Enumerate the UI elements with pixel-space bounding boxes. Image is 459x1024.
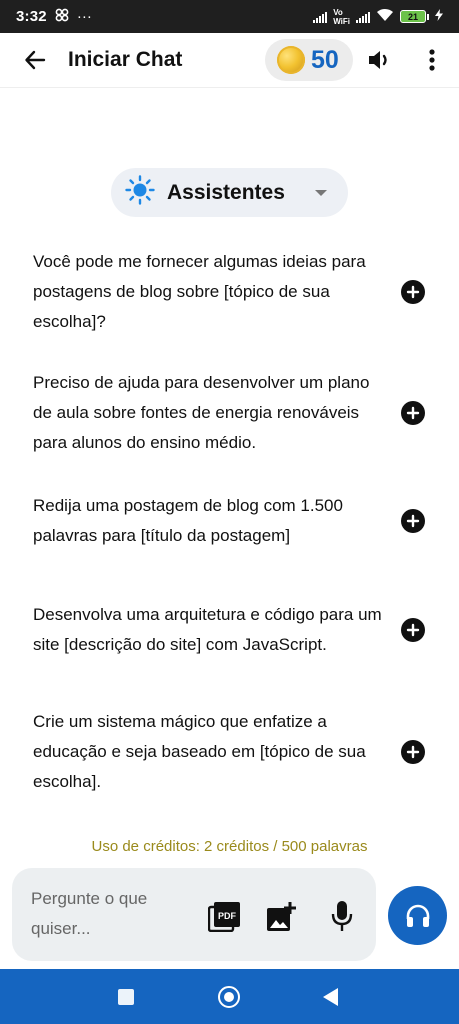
arrow-left-icon[interactable]: [18, 43, 52, 77]
add-circle-icon[interactable]: [401, 280, 425, 304]
credits-badge[interactable]: 50: [265, 39, 353, 81]
add-circle-icon[interactable]: [401, 509, 425, 533]
suggestion-text: Preciso de ajuda para desenvolver um pla…: [33, 373, 370, 452]
assistants-dropdown[interactable]: Assistentes: [111, 168, 348, 217]
add-circle-icon[interactable]: [401, 618, 425, 642]
status-bar: 3:32 ··· Vo WiFi 21: [0, 0, 459, 33]
volte-bottom: WiFi: [333, 16, 350, 26]
more-vert-icon[interactable]: [420, 46, 444, 74]
assistants-label: Assistentes: [167, 180, 285, 204]
suggestion-text: Você pode me fornecer algumas ideias par…: [33, 252, 366, 331]
page-title: Iniciar Chat: [68, 48, 183, 71]
pinwheel-icon: [55, 8, 69, 26]
battery-icon: 21: [400, 10, 429, 23]
signal-icon: [313, 11, 328, 23]
back-triangle-icon[interactable]: [323, 988, 338, 1006]
suggestion-text: Redija uma postagem de blog com 1.500 pa…: [33, 496, 343, 545]
suggestion-item[interactable]: Desenvolva uma arquitetura e código para…: [33, 585, 459, 675]
add-circle-icon[interactable]: [401, 740, 425, 764]
home-icon[interactable]: [218, 986, 240, 1008]
suggestion-item[interactable]: Preciso de ajuda para desenvolver um pla…: [33, 368, 459, 458]
add-image-icon[interactable]: [266, 902, 296, 932]
signal-icon-2: [356, 11, 370, 23]
recent-apps-icon[interactable]: [118, 989, 134, 1005]
suggestion-text: Desenvolva uma arquitetura e código para…: [33, 605, 382, 654]
volte-top: Vo: [333, 7, 343, 17]
status-time: 3:32: [16, 8, 47, 25]
volte-label: Vo WiFi: [333, 8, 350, 26]
suggestion-item[interactable]: Crie um sistema mágico que enfatize a ed…: [33, 707, 459, 797]
svg-text:PDF: PDF: [218, 911, 237, 921]
wifi-icon: [376, 8, 394, 25]
sun-icon: [125, 175, 155, 210]
coin-icon: [277, 46, 305, 74]
pdf-icon[interactable]: PDF: [207, 902, 240, 933]
message-composer: Pergunte o que quiser... PDF: [12, 868, 376, 961]
charging-icon: [435, 9, 443, 24]
credits-count: 50: [311, 45, 339, 74]
app-bar: Iniciar Chat 50: [0, 33, 459, 88]
credit-usage-note: Uso de créditos: 2 créditos / 500 palavr…: [91, 838, 368, 855]
overflow-dots: ···: [76, 8, 92, 25]
chevron-down-icon: [314, 184, 328, 202]
battery-level: 21: [400, 10, 426, 23]
system-nav-bar: [0, 969, 459, 1024]
suggestion-text: Crie um sistema mágico que enfatize a ed…: [33, 712, 366, 791]
suggestion-item[interactable]: Redija uma postagem de blog com 1.500 pa…: [33, 491, 459, 551]
microphone-icon[interactable]: [330, 900, 354, 932]
add-circle-icon[interactable]: [401, 401, 425, 425]
suggestion-item[interactable]: Você pode me fornecer algumas ideias par…: [33, 247, 459, 337]
headphones-icon[interactable]: [388, 886, 447, 945]
message-input[interactable]: Pergunte o que quiser...: [31, 884, 181, 944]
speaker-icon[interactable]: [366, 46, 394, 74]
